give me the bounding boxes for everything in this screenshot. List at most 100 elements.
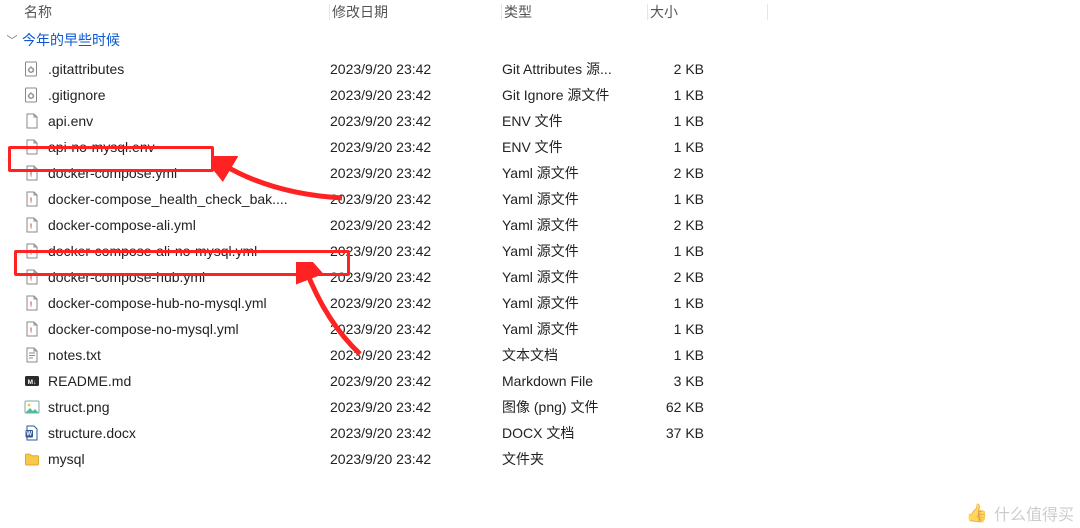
docx-icon: W: [22, 425, 42, 441]
file-date: 2023/9/20 23:42: [330, 87, 502, 103]
file-name: README.md: [48, 373, 330, 389]
file-date: 2023/9/20 23:42: [330, 373, 502, 389]
table-row[interactable]: struct.png2023/9/20 23:42图像 (png) 文件62 K…: [0, 394, 1080, 420]
file-name: struct.png: [48, 399, 330, 415]
file-date: 2023/9/20 23:42: [330, 425, 502, 441]
file-name: docker-compose-ali-no-mysql.yml: [48, 243, 330, 259]
file-date: 2023/9/20 23:42: [330, 217, 502, 233]
file-size: 1 KB: [648, 113, 768, 129]
file-size: 1 KB: [648, 87, 768, 103]
column-header-type[interactable]: 类型: [502, 4, 648, 20]
page-icon: [22, 113, 42, 129]
file-type: Yaml 源文件: [502, 189, 648, 209]
column-header-row: 名称 修改日期 类型 大小: [0, 0, 1080, 24]
file-type: ENV 文件: [502, 111, 648, 131]
table-row[interactable]: Wstructure.docx2023/9/20 23:42DOCX 文档37 …: [0, 420, 1080, 446]
file-date: 2023/9/20 23:42: [330, 113, 502, 129]
file-size: 1 KB: [648, 191, 768, 207]
gear-icon: [22, 61, 42, 77]
table-row[interactable]: !docker-compose-hub-no-mysql.yml2023/9/2…: [0, 290, 1080, 316]
file-type: 文件夹: [502, 449, 648, 469]
file-date: 2023/9/20 23:42: [330, 321, 502, 337]
text-icon: [22, 347, 42, 363]
file-date: 2023/9/20 23:42: [330, 451, 502, 467]
file-type: Yaml 源文件: [502, 163, 648, 183]
file-size: 2 KB: [648, 269, 768, 285]
file-type: Yaml 源文件: [502, 319, 648, 339]
file-name: structure.docx: [48, 425, 330, 441]
file-date: 2023/9/20 23:42: [330, 399, 502, 415]
table-row[interactable]: ! docker-compose-ali.yml2023/9/20 23:42Ya…: [0, 212, 1080, 238]
file-name: docker-compose-hub-no-mysql.yml: [48, 295, 330, 311]
file-name: mysql: [48, 451, 330, 467]
file-name: docker-compose_health_check_bak....: [48, 191, 330, 207]
table-row[interactable]: ! docker-compose-hub.yml2023/9/20 23:42Ya…: [0, 264, 1080, 290]
file-size: 2 KB: [648, 61, 768, 77]
svg-text:W: W: [26, 432, 32, 438]
watermark: 👍 什么值得买: [964, 500, 1074, 526]
file-type: Markdown File: [502, 373, 648, 389]
file-size: 1 KB: [648, 139, 768, 155]
table-row[interactable]: ! docker-compose_health_check_bak....2023…: [0, 186, 1080, 212]
file-type: Git Attributes 源...: [502, 59, 648, 79]
file-type: 文本文档: [502, 345, 648, 365]
file-name: docker-compose-ali.yml: [48, 217, 330, 233]
file-size: 2 KB: [648, 217, 768, 233]
file-date: 2023/9/20 23:42: [330, 139, 502, 155]
file-date: 2023/9/20 23:42: [330, 165, 502, 181]
file-type: 图像 (png) 文件: [502, 397, 648, 417]
file-list: .gitattributes2023/9/20 23:42Git Attribu…: [0, 56, 1080, 472]
watermark-text: 什么值得买: [994, 501, 1074, 525]
column-header-date[interactable]: 修改日期: [330, 4, 502, 20]
page-icon: [22, 139, 42, 155]
file-date: 2023/9/20 23:42: [330, 347, 502, 363]
group-header[interactable]: ﹀ 今年的早些时候: [0, 24, 1080, 56]
svg-text:!: !: [30, 328, 32, 335]
file-date: 2023/9/20 23:42: [330, 243, 502, 259]
table-row[interactable]: notes.txt2023/9/20 23:42文本文档1 KB: [0, 342, 1080, 368]
table-row[interactable]: ! docker-compose-no-mysql.yml2023/9/20 23…: [0, 316, 1080, 342]
file-type: Yaml 源文件: [502, 293, 648, 313]
table-row[interactable]: .gitattributes2023/9/20 23:42Git Attribu…: [0, 56, 1080, 82]
table-row[interactable]: api-no-mysql.env2023/9/20 23:42ENV 文件1 K…: [0, 134, 1080, 160]
column-header-size[interactable]: 大小: [648, 4, 768, 20]
table-row[interactable]: !docker-compose-ali-no-mysql.yml2023/9/2…: [0, 238, 1080, 264]
folder-icon: [22, 451, 42, 467]
file-name: .gitattributes: [48, 61, 330, 77]
file-size: 37 KB: [648, 425, 768, 441]
file-size: 1 KB: [648, 321, 768, 337]
svg-text:M↓: M↓: [28, 379, 37, 386]
yaml-icon: !: [22, 321, 42, 337]
yaml-icon: !: [22, 269, 42, 285]
file-name: notes.txt: [48, 347, 330, 363]
file-type: Yaml 源文件: [502, 267, 648, 287]
table-row[interactable]: ! docker-compose.yml2023/9/20 23:42Yaml 源…: [0, 160, 1080, 186]
file-date: 2023/9/20 23:42: [330, 269, 502, 285]
svg-text:!: !: [30, 172, 32, 179]
svg-text:!: !: [30, 198, 32, 205]
file-size: 1 KB: [648, 347, 768, 363]
chevron-down-icon: ﹀: [6, 32, 18, 48]
file-name: api.env: [48, 113, 330, 129]
file-name: docker-compose.yml: [48, 165, 330, 181]
table-row[interactable]: api.env2023/9/20 23:42ENV 文件1 KB: [0, 108, 1080, 134]
file-type: Yaml 源文件: [502, 215, 648, 235]
table-row[interactable]: M↓ README.md2023/9/20 23:42Markdown File3…: [0, 368, 1080, 394]
file-size: 3 KB: [648, 373, 768, 389]
file-date: 2023/9/20 23:42: [330, 61, 502, 77]
file-name: docker-compose-hub.yml: [48, 269, 330, 285]
table-row[interactable]: mysql2023/9/20 23:42文件夹: [0, 446, 1080, 472]
svg-text:!: !: [30, 302, 32, 309]
yaml-icon: !: [22, 217, 42, 233]
svg-text:!: !: [30, 276, 32, 283]
md-icon: M↓: [22, 373, 42, 389]
file-date: 2023/9/20 23:42: [330, 191, 502, 207]
file-name: docker-compose-no-mysql.yml: [48, 321, 330, 337]
file-size: 2 KB: [648, 165, 768, 181]
column-header-name[interactable]: 名称: [22, 4, 330, 20]
file-name: .gitignore: [48, 87, 330, 103]
file-type: Yaml 源文件: [502, 241, 648, 261]
thumbs-up-icon: 👍: [964, 500, 990, 526]
table-row[interactable]: .gitignore2023/9/20 23:42Git Ignore 源文件1…: [0, 82, 1080, 108]
svg-text:!: !: [30, 224, 32, 231]
